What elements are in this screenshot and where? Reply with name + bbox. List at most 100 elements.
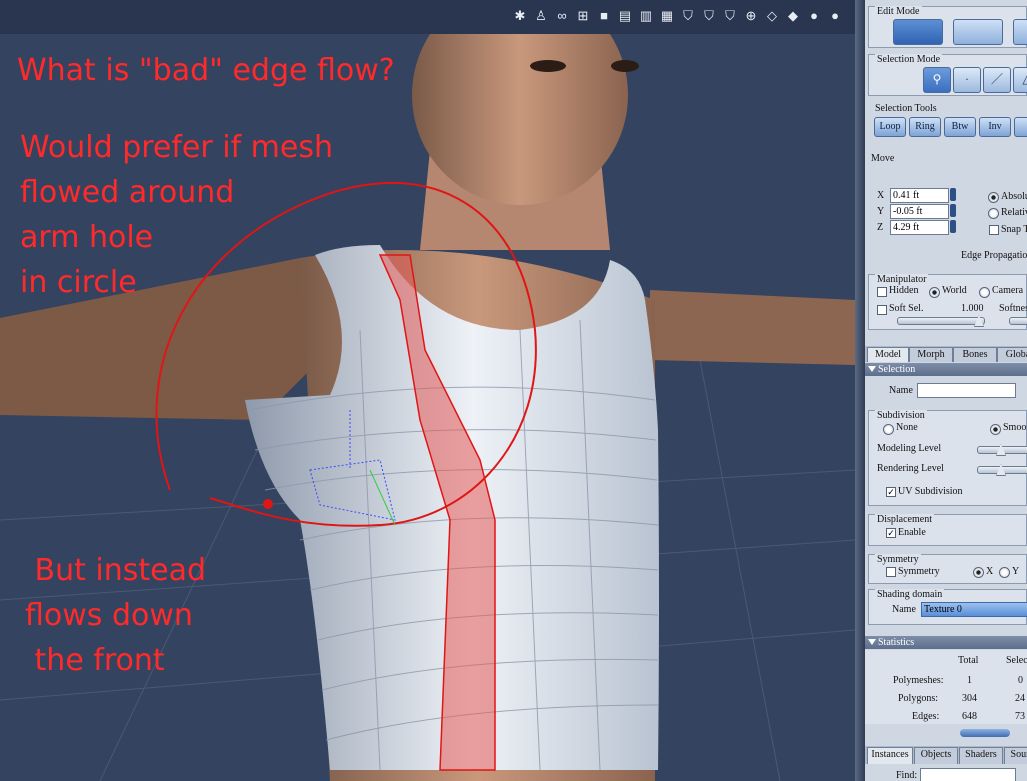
- selection-mode-section: Selection Mode ⚲ · ／ △: [868, 54, 1027, 96]
- absolute-label: Absolu: [1001, 191, 1027, 202]
- tab-bones[interactable]: Bones: [953, 347, 997, 362]
- tab-morph[interactable]: Morph: [909, 347, 953, 362]
- tab-objects[interactable]: Objects: [914, 747, 958, 764]
- shading-domain-label: Shading domain: [875, 589, 945, 600]
- displacement-section: Displacement ✓ Enable: [868, 514, 1027, 546]
- shading-name-select[interactable]: Texture 0: [921, 602, 1027, 617]
- soft-sel-value: 1.000: [961, 303, 984, 314]
- symmetry-x-radio[interactable]: [973, 567, 984, 578]
- selection-header[interactable]: Selection: [865, 363, 1027, 376]
- panel-resize-handle[interactable]: [960, 729, 1010, 737]
- soft-sel-slider[interactable]: [897, 315, 985, 327]
- x-field[interactable]: 0.41 ft: [890, 188, 949, 203]
- statistics-row-label: Polygons:: [898, 693, 939, 704]
- ring-button[interactable]: Ring: [909, 117, 941, 137]
- find-field[interactable]: [920, 768, 1016, 781]
- four-view-icon[interactable]: ▦: [659, 8, 675, 24]
- world-radio[interactable]: [929, 287, 940, 298]
- tab-model[interactable]: Model: [867, 347, 909, 362]
- edge-propagation-label[interactable]: Edge Propagation: [961, 250, 1027, 261]
- panel-splitter[interactable]: [855, 0, 865, 781]
- extra-tool-button[interactable]: [1014, 117, 1027, 137]
- hidden-checkbox[interactable]: [877, 287, 887, 297]
- statistics-col-selected: Selec: [1006, 655, 1027, 666]
- subdivision-smooth-radio[interactable]: [990, 424, 1001, 435]
- subdivision-none-radio[interactable]: [883, 424, 894, 435]
- softness-slider[interactable]: [1009, 317, 1027, 325]
- relative-radio[interactable]: [988, 208, 999, 219]
- rendering-level-slider-thumb[interactable]: [996, 464, 1006, 476]
- shading-name-label: Name: [892, 604, 916, 615]
- loop-button[interactable]: Loop: [874, 117, 906, 137]
- crosshair-icon[interactable]: ⊕: [743, 8, 759, 24]
- statistics-table: Total Selec Polymeshes: 1 0 Polygons: 30…: [865, 650, 1027, 724]
- symmetry-y-radio[interactable]: [999, 567, 1010, 578]
- rendering-level-label: Rendering Level: [877, 463, 944, 474]
- tab-global[interactable]: Globa: [997, 347, 1027, 362]
- point-mode-button[interactable]: ·: [953, 67, 981, 93]
- three-view-icon[interactable]: ▥: [638, 8, 654, 24]
- y-label: Y: [877, 206, 885, 217]
- y-field[interactable]: -0.05 ft: [890, 204, 949, 219]
- z-field[interactable]: 4.29 ft: [890, 220, 949, 235]
- hidden-label: Hidden: [889, 285, 919, 296]
- cube-solid-icon[interactable]: ◆: [785, 8, 801, 24]
- tab-shaders[interactable]: Shaders: [959, 747, 1003, 764]
- displacement-enable-checkbox[interactable]: ✓: [886, 528, 896, 538]
- right-arm: [650, 290, 855, 365]
- viewport-toolbar: ✱ ♙ ∞ ⊞ ■ ▤ ▥ ▦ ⛉ ⛉ ⛉ ⊕ ◇ ◆ ● ●: [0, 0, 855, 34]
- y-spinner[interactable]: [950, 204, 956, 217]
- rendering-level-slider[interactable]: [977, 464, 1027, 476]
- modeling-level-slider-thumb[interactable]: [996, 444, 1006, 456]
- edit-mode-vertex-button[interactable]: [893, 19, 943, 45]
- tab-source[interactable]: Sour: [1004, 747, 1027, 764]
- edge-mode-button[interactable]: ／: [983, 67, 1011, 93]
- soft-sel-slider-thumb[interactable]: [974, 315, 984, 327]
- tab-instances[interactable]: Instances: [867, 747, 913, 764]
- soft-sel-checkbox[interactable]: [877, 305, 887, 315]
- x-spinner[interactable]: [950, 188, 956, 201]
- symmetry-section: Symmetry Symmetry X Y: [868, 554, 1027, 584]
- sphere-gray-icon[interactable]: ●: [827, 8, 843, 24]
- two-view-icon[interactable]: ▤: [617, 8, 633, 24]
- inv-button[interactable]: Inv: [979, 117, 1011, 137]
- modeling-level-slider[interactable]: [977, 444, 1027, 456]
- sphere-tool-icon[interactable]: ✱: [512, 8, 528, 24]
- edit-mode-label: Edit Mode: [875, 6, 922, 17]
- 3d-viewport[interactable]: ✱ ♙ ∞ ⊞ ■ ▤ ▥ ▦ ⛉ ⛉ ⛉ ⊕ ◇ ◆ ● ● What is …: [0, 0, 855, 781]
- statistics-row-total: 648: [962, 711, 977, 722]
- edit-mode-mesh-button[interactable]: [953, 19, 1003, 45]
- btw-button[interactable]: Btw: [944, 117, 976, 137]
- uv-subdivision-checkbox[interactable]: ✓: [886, 487, 896, 497]
- x-label: X: [877, 190, 885, 201]
- z-spinner[interactable]: [950, 220, 956, 233]
- snap-checkbox[interactable]: [989, 225, 999, 235]
- shield-a-icon[interactable]: ⛉: [680, 8, 696, 24]
- displacement-enable-label: Enable: [898, 527, 926, 538]
- chain-icon[interactable]: ∞: [554, 8, 570, 24]
- absolute-radio[interactable]: [988, 192, 999, 203]
- symmetry-y-label: Y: [1012, 566, 1020, 577]
- sphere-white-icon[interactable]: ●: [806, 8, 822, 24]
- camera-radio[interactable]: [979, 287, 990, 298]
- manipulator-label: Manipulator: [875, 274, 929, 285]
- bottom-tabs: Instances Objects Shaders Sour: [865, 746, 1027, 764]
- edit-mode-section: Edit Mode: [868, 6, 1027, 48]
- selection-name-field[interactable]: [917, 383, 1016, 398]
- subdivision-label: Subdivision: [875, 410, 927, 421]
- edit-mode-other-button[interactable]: [1013, 19, 1027, 45]
- statistics-header[interactable]: Statistics: [865, 636, 1027, 649]
- subdivision-section: Subdivision None Smoot Modeling Level Re…: [868, 410, 1027, 506]
- single-view-icon[interactable]: ■: [596, 8, 612, 24]
- symmetry-checkbox[interactable]: [886, 567, 896, 577]
- shield-c-icon[interactable]: ⛉: [722, 8, 738, 24]
- shield-b-icon[interactable]: ⛉: [701, 8, 717, 24]
- cube-outline-icon[interactable]: ◇: [764, 8, 780, 24]
- camera-label: Camera: [992, 285, 1024, 296]
- transform-section: X 0.41 ft Y -0.05 ft Z 4.29 ft Absolu Re…: [868, 178, 1027, 268]
- figure-icon[interactable]: ♙: [533, 8, 549, 24]
- annotation-title: What is "bad" edge flow?: [17, 53, 395, 88]
- grid-icon[interactable]: ⊞: [575, 8, 591, 24]
- vertex-mode-button[interactable]: ⚲: [923, 67, 951, 93]
- face-mode-button[interactable]: △: [1013, 67, 1027, 93]
